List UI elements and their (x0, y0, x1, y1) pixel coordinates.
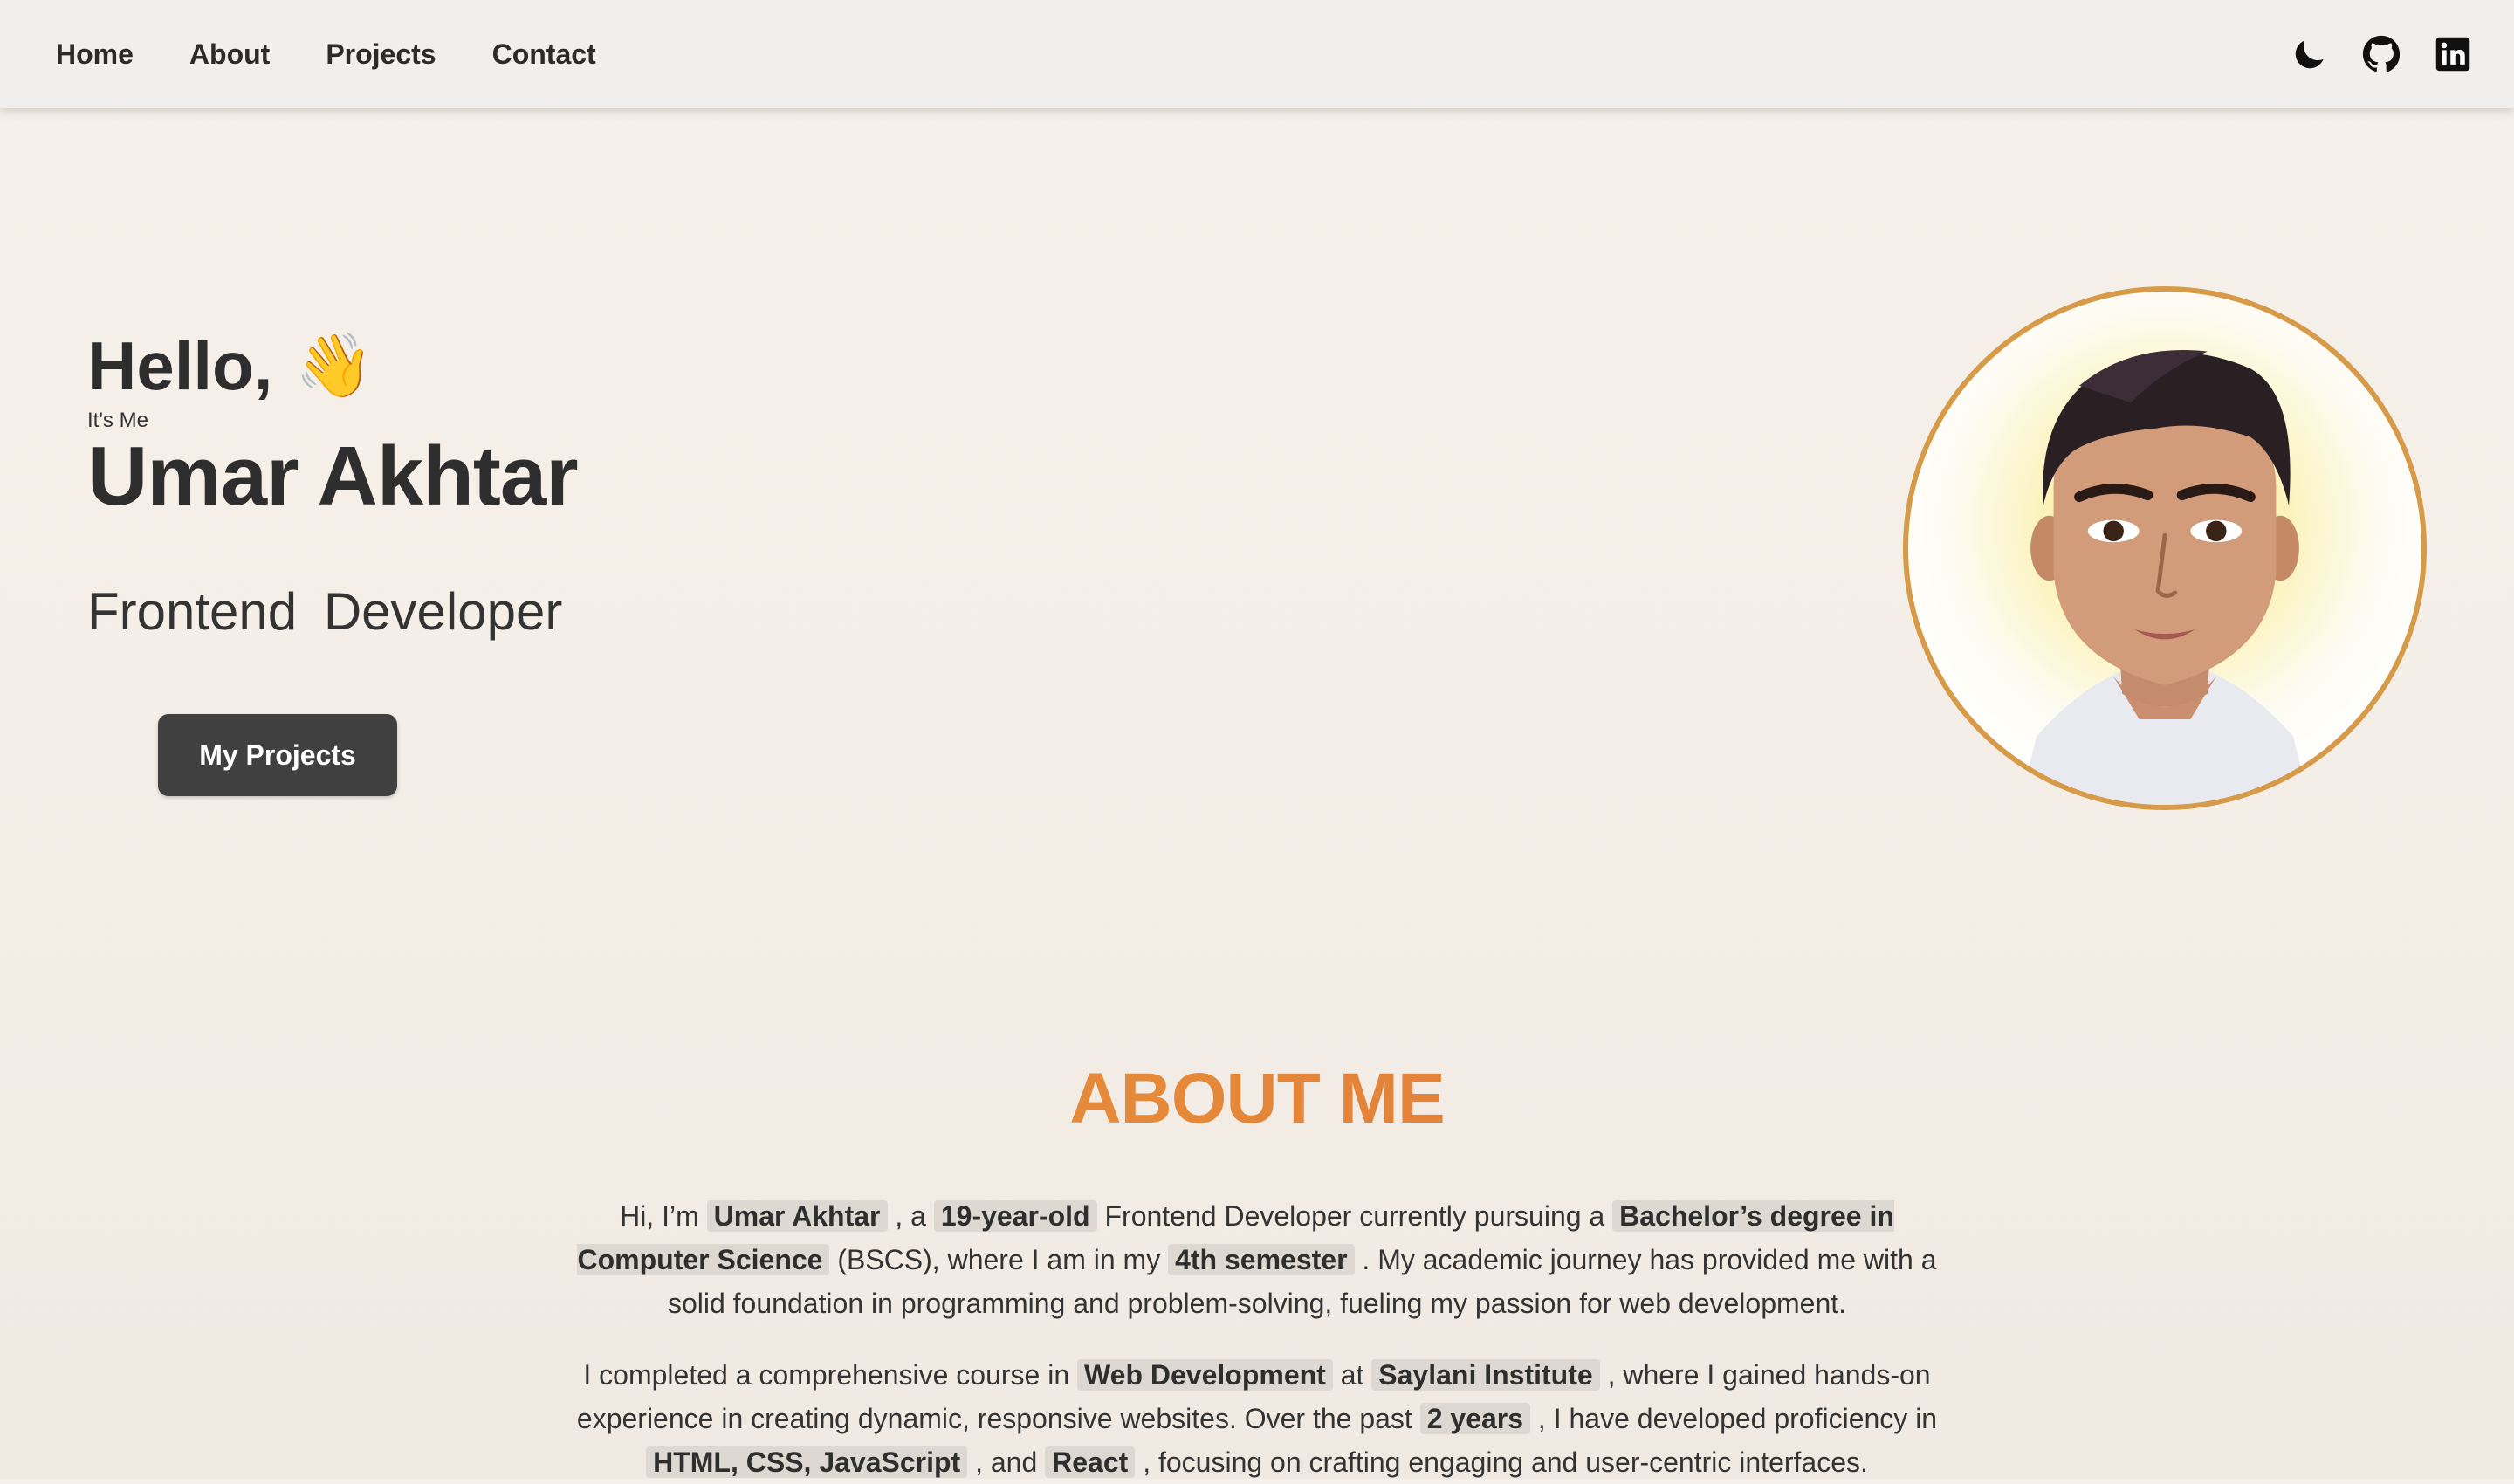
text-segment: , and (967, 1446, 1046, 1478)
highlight-institute: Saylani Institute (1371, 1359, 1600, 1391)
highlight-age: 19-year-old (933, 1200, 1097, 1232)
nav-contact-link[interactable]: Contact (492, 38, 596, 71)
greeting-text: Hello, (87, 327, 273, 404)
avatar (1903, 286, 2427, 810)
nav-projects-link[interactable]: Projects (326, 38, 436, 71)
text-segment: , a (887, 1200, 934, 1232)
highlight-years: 2 years (1419, 1403, 1531, 1434)
hero-section: Hello, 👋 It's Me Umar Akhtar Frontend De… (87, 332, 579, 796)
nav-links: Home About Projects Contact (56, 38, 596, 71)
nav-home-link[interactable]: Home (56, 38, 134, 71)
text-segment: Hi, I’m (620, 1200, 707, 1232)
nav-about-link[interactable]: About (189, 38, 270, 71)
about-paragraph-2: I completed a comprehensive course in We… (559, 1353, 1955, 1484)
highlight-course: Web Development (1077, 1359, 1333, 1391)
linkedin-icon[interactable] (2434, 35, 2472, 73)
greeting-heading: Hello, 👋 (87, 332, 578, 400)
nav-icons (2291, 35, 2472, 73)
waving-hand-icon: 👋 (295, 331, 374, 401)
text-segment: , I have developed proficiency in (1530, 1403, 1938, 1434)
profile-portrait-image (2019, 349, 2311, 805)
navbar: Home About Projects Contact (0, 0, 2514, 108)
hero-role: Frontend Developer (87, 582, 563, 641)
about-paragraph-1: Hi, I’m Umar Akhtar , a 19-year-old Fron… (559, 1194, 1955, 1325)
text-segment: at (1332, 1359, 1372, 1391)
highlight-semester: 4th semester (1168, 1244, 1355, 1275)
text-segment: I completed a comprehensive course in (583, 1359, 1078, 1391)
text-segment: Frontend Developer currently pursuing a (1096, 1200, 1613, 1232)
about-heading: ABOUT ME (0, 1058, 2514, 1140)
highlight-name: Umar Akhtar (706, 1200, 888, 1232)
highlight-react: React (1045, 1446, 1136, 1478)
text-segment: , focusing on crafting engaging and user… (1135, 1446, 1868, 1478)
text-segment: (BSCS), where I am in my (829, 1244, 1169, 1275)
highlight-skills: HTML, CSS, JavaScript (646, 1446, 968, 1478)
github-icon[interactable] (2362, 35, 2401, 73)
hero-name: Umar Akhtar (87, 429, 579, 523)
moon-icon[interactable] (2291, 35, 2329, 73)
my-projects-button[interactable]: My Projects (158, 714, 397, 796)
